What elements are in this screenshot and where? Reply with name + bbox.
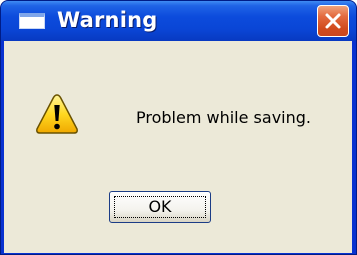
window-title: Warning (57, 8, 158, 32)
dialog-message: Problem while saving. (136, 108, 311, 127)
warning-dialog-window: Warning Problem while saving. OK (0, 0, 357, 255)
close-button[interactable] (317, 5, 349, 37)
dialog-body: Problem while saving. OK (4, 41, 352, 253)
ok-button-label: OK (148, 197, 172, 216)
close-x-icon (325, 13, 341, 29)
ok-button[interactable]: OK (109, 191, 211, 223)
title-bar[interactable]: Warning (1, 1, 356, 41)
warning-triangle-icon (36, 94, 78, 134)
window-icon (19, 13, 45, 29)
